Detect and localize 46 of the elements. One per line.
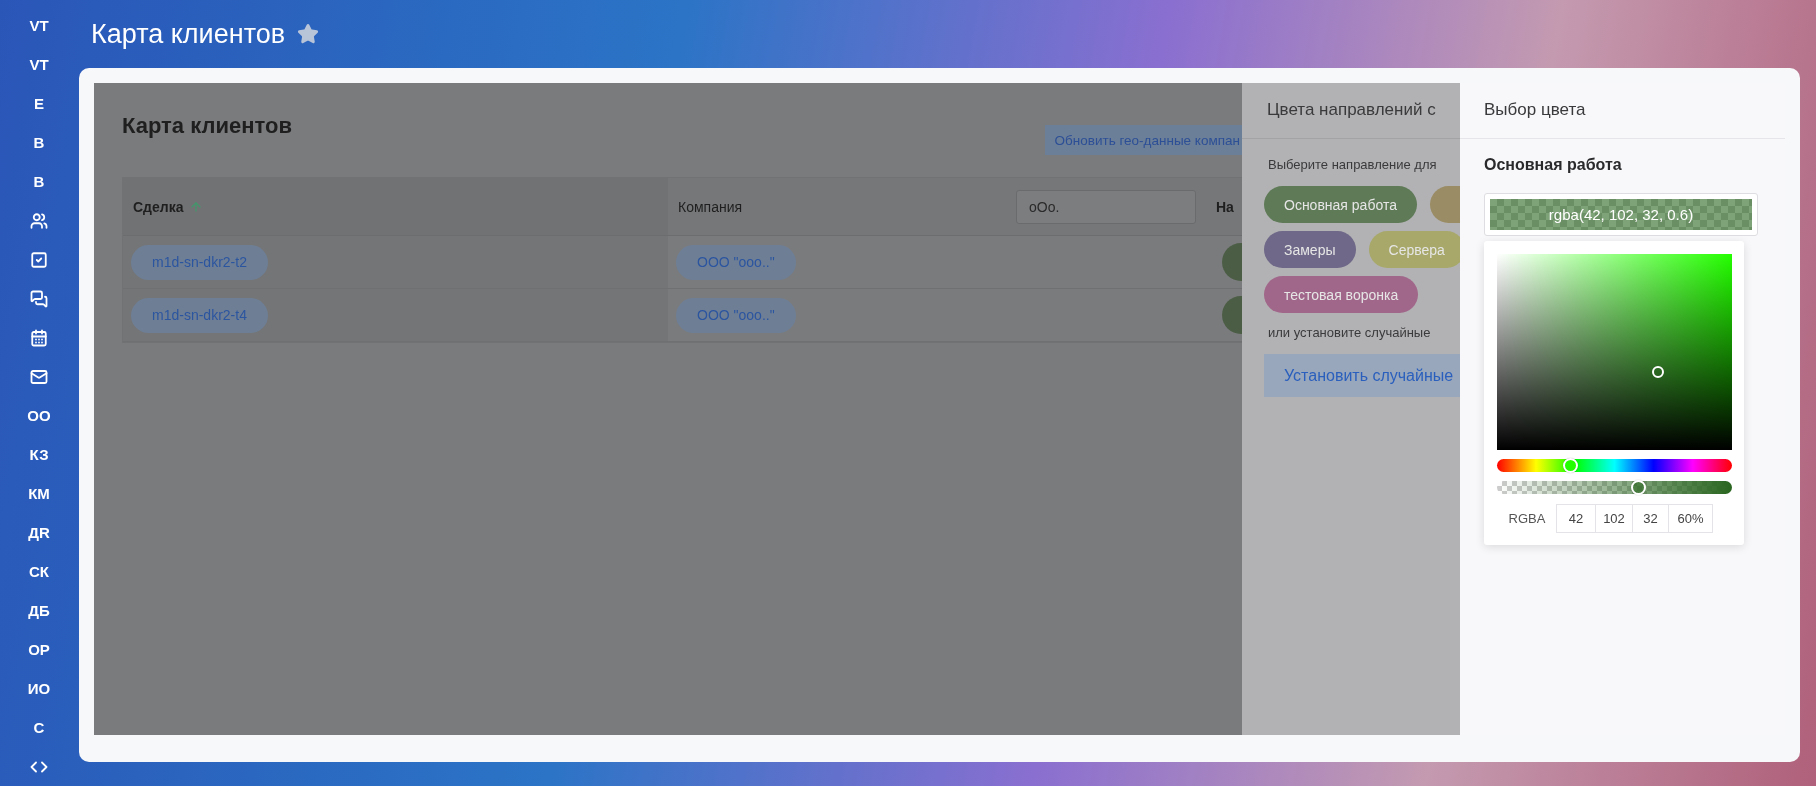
column-header[interactable]: Сделка	[133, 198, 184, 215]
mail-icon	[30, 367, 48, 386]
sidebar-item[interactable]: VT	[9, 45, 69, 84]
hue-handle[interactable]	[1562, 458, 1578, 473]
star-icon[interactable]	[297, 23, 320, 45]
panel-title: Цвета направлений с	[1267, 100, 1436, 119]
sidebar-item[interactable]: ОР	[9, 630, 69, 669]
sidebar-item[interactable]: С	[9, 708, 69, 747]
sidebar-item[interactable]: В	[9, 123, 69, 162]
prompt-text: Выберите направление для	[1268, 157, 1438, 172]
sidebar-item[interactable]: СК	[9, 552, 69, 591]
filter-field[interactable]: oOo.	[1016, 189, 1196, 224]
sidebar-item[interactable]: ДБ	[9, 591, 69, 630]
calendar-icon	[30, 328, 48, 347]
direction-chip[interactable]: тестовая воронка	[1264, 276, 1419, 313]
sidebar-item[interactable]: Е	[9, 84, 69, 123]
alpha-handle[interactable]	[1631, 480, 1646, 495]
people-icon	[30, 211, 48, 230]
channel-field[interactable]: 60%	[1668, 504, 1713, 533]
saturation-handle[interactable]	[1652, 365, 1665, 378]
alpha-slider[interactable]	[1497, 481, 1732, 494]
sidebar-item[interactable]: ОО	[9, 396, 69, 435]
panel-title: Выбор цвета	[1484, 100, 1586, 119]
channel-field[interactable]: 102	[1595, 504, 1633, 533]
map-title: Карта клиентов	[122, 113, 292, 139]
sidebar-item[interactable]: КМ	[9, 474, 69, 513]
sidebar-item[interactable]: КЗ	[9, 435, 69, 474]
sidebar-item[interactable]: ДR	[9, 513, 69, 552]
sidebar-item[interactable]: VT	[9, 6, 69, 45]
color-field[interactable]: rgba(42, 102, 32, 0.6)	[1484, 193, 1758, 236]
hue-slider[interactable]	[1497, 459, 1732, 472]
column-header[interactable]: Компания	[678, 198, 743, 215]
direction-name: Основная работа	[1484, 156, 1623, 174]
sidebar-item[interactable]: ИО	[9, 669, 69, 708]
random-prompt-text: или установите случайные	[1268, 325, 1432, 340]
direction-chip[interactable]: Замеры	[1264, 231, 1356, 268]
direction-chip[interactable]: Основная работа	[1264, 186, 1417, 223]
saturation-area[interactable]	[1497, 254, 1732, 450]
sidebar-item[interactable]: В	[9, 162, 69, 201]
channel-field[interactable]: 42	[1556, 504, 1596, 533]
format-label[interactable]: RGBA	[1497, 511, 1557, 526]
channel-field[interactable]: 32	[1632, 504, 1669, 533]
checkbox-icon	[30, 250, 48, 269]
chat-icon	[30, 289, 48, 308]
column-header[interactable]: На	[1216, 198, 1234, 215]
page-title: Карта клиентов	[91, 18, 286, 50]
